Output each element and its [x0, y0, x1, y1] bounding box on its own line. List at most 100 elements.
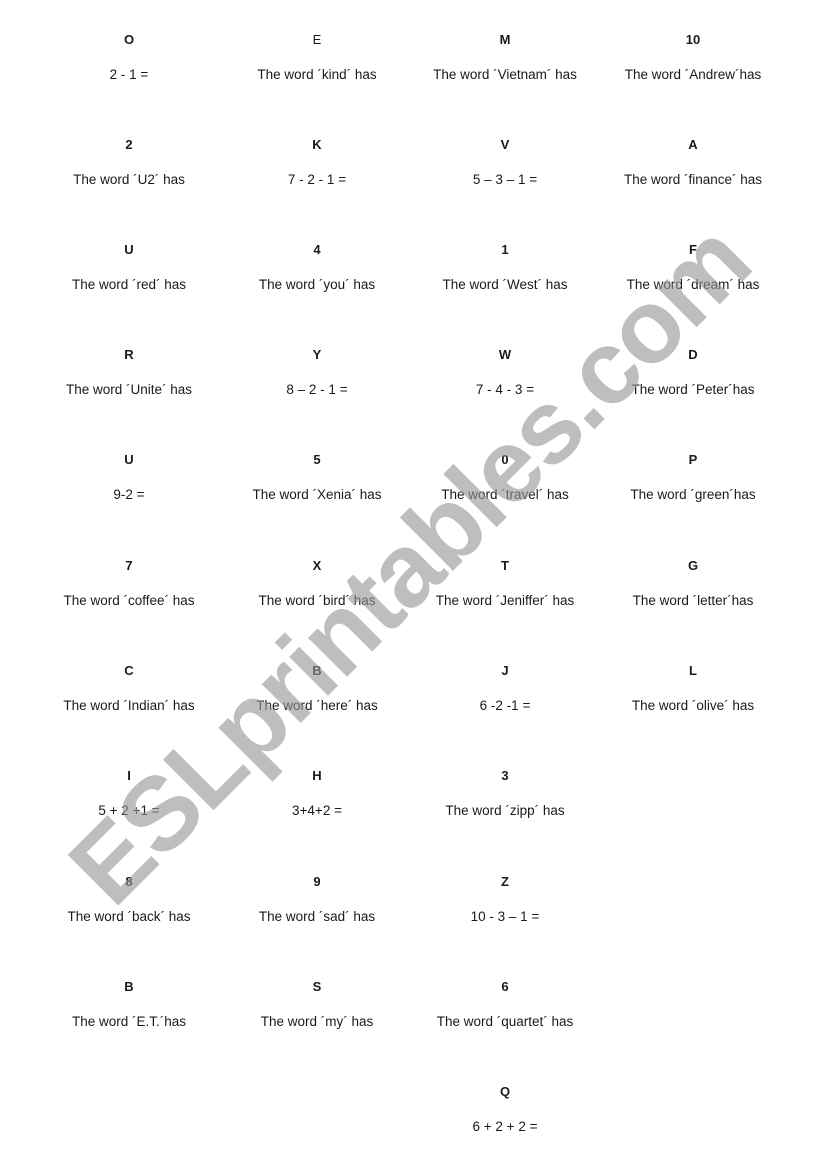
card-clue: The word ´E.T.´has: [71, 1014, 187, 1029]
card-clue: 3+4+2 =: [292, 803, 342, 818]
card-clue: The word ´green´has: [630, 487, 756, 502]
card: X The word ´bird´ has: [223, 558, 411, 609]
card: G The word ´letter´has: [599, 558, 787, 609]
card-clue: The word ´letter´has: [632, 593, 754, 608]
card: H 3+4+2 =: [223, 768, 411, 819]
card-key: W: [498, 347, 512, 362]
card-clue: The word ´Jeniffer´ has: [435, 593, 575, 608]
card-clue: The word ´Xenia´ has: [252, 487, 382, 502]
card-clue: The word ´here´ has: [256, 698, 378, 713]
card: 6 The word ´quartet´ has: [411, 979, 599, 1030]
card-clue: 6 + 2 + 2 =: [472, 1119, 538, 1134]
card-key: 2: [125, 137, 133, 152]
card-key: 10: [685, 32, 701, 47]
card-key: 6: [501, 979, 509, 994]
card-clue: The word ´back´ has: [67, 909, 191, 924]
card: 1 The word ´West´ has: [411, 242, 599, 293]
card: I 5 + 2 +1 =: [35, 768, 223, 819]
card-key: 1: [501, 242, 509, 257]
card: K 7 - 2 - 1 =: [223, 137, 411, 188]
card-key: Q: [499, 1084, 511, 1099]
card-key: 4: [313, 242, 321, 257]
card-key: 9: [313, 874, 321, 889]
card-clue: 8 – 2 - 1 =: [286, 382, 348, 397]
card: V 5 – 3 – 1 =: [411, 137, 599, 188]
card-clue: The word ´finance´ has: [623, 172, 763, 187]
worksheet-page: O 2 - 1 = E The word ´kind´ has M The wo…: [0, 0, 821, 1161]
card-key: I: [127, 768, 131, 783]
card-key: E: [312, 32, 322, 47]
card-clue: 5 + 2 +1 =: [98, 803, 160, 818]
card-key: Y: [312, 347, 322, 362]
card-key: B: [124, 979, 134, 994]
card-key: U: [124, 452, 134, 467]
card: 5 The word ´Xenia´ has: [223, 452, 411, 503]
card-key: P: [688, 452, 698, 467]
card-key: O: [123, 32, 135, 47]
card-clue: The word ´travel´ has: [441, 487, 569, 502]
card-key: G: [687, 558, 699, 573]
card: C The word ´Indian´ has: [35, 663, 223, 714]
card-clue: The word ´zipp´ has: [445, 803, 565, 818]
card-key: K: [312, 137, 322, 152]
card: U 9-2 =: [35, 452, 223, 503]
card-key: F: [689, 242, 697, 257]
card-key: T: [501, 558, 509, 573]
card: U The word ´red´ has: [35, 242, 223, 293]
card-key: M: [499, 32, 511, 47]
card: E The word ´kind´ has: [223, 32, 411, 83]
card: 10 The word ´Andrew´has: [599, 32, 787, 83]
card: A The word ´finance´ has: [599, 137, 787, 188]
card-clue: The word ´kind´ has: [257, 67, 377, 82]
card-clue: 6 -2 -1 =: [479, 698, 531, 713]
card: P The word ´green´has: [599, 452, 787, 503]
card-key: L: [689, 663, 697, 678]
card-clue: The word ´Indian´ has: [63, 698, 195, 713]
card-key: 8: [125, 874, 133, 889]
card-clue: The word ´my´ has: [260, 1014, 374, 1029]
card: 4 The word ´you´ has: [223, 242, 411, 293]
card-clue: The word ´sad´ has: [258, 909, 376, 924]
card: Y 8 – 2 - 1 =: [223, 347, 411, 398]
card: F The word ´dream´ has: [599, 242, 787, 293]
card: 2 The word ´U2´ has: [35, 137, 223, 188]
card-clue: The word ´bird´ has: [258, 593, 376, 608]
card-clue: The word ´West´ has: [442, 277, 568, 292]
card-clue: 7 - 2 - 1 =: [287, 172, 347, 187]
card-key: H: [312, 768, 322, 783]
card: S The word ´my´ has: [223, 979, 411, 1030]
card: D The word ´Peter´has: [599, 347, 787, 398]
card: B The word ´here´ has: [223, 663, 411, 714]
card-key: 3: [501, 768, 509, 783]
card-clue: The word ´dream´ has: [626, 277, 760, 292]
card: 3 The word ´zipp´ has: [411, 768, 599, 819]
card-key: J: [501, 663, 509, 678]
card-clue: The word ´you´ has: [258, 277, 376, 292]
card-clue: The word ´Peter´has: [631, 382, 755, 397]
card-clue: 9-2 =: [113, 487, 145, 502]
card: M The word ´Vietnam´ has: [411, 32, 599, 83]
card-key: B: [312, 663, 322, 678]
card-clue: The word ´olive´ has: [631, 698, 755, 713]
card-key: 5: [313, 452, 321, 467]
card-key: A: [688, 137, 698, 152]
card-clue: The word ´Unite´ has: [65, 382, 193, 397]
card-key: S: [312, 979, 322, 994]
card: W 7 - 4 - 3 =: [411, 347, 599, 398]
card: Z 10 - 3 – 1 =: [411, 874, 599, 925]
card-clue: The word ´Andrew´has: [624, 67, 762, 82]
card-key: D: [688, 347, 698, 362]
card-key: V: [500, 137, 510, 152]
card: 8 The word ´back´ has: [35, 874, 223, 925]
card-clue: 2 - 1 =: [109, 67, 149, 82]
card: T The word ´Jeniffer´ has: [411, 558, 599, 609]
card: 7 The word ´coffee´ has: [35, 558, 223, 609]
card-clue: 7 - 4 - 3 =: [475, 382, 535, 397]
card-key: Z: [501, 874, 509, 889]
card-key: 0: [501, 452, 509, 467]
card-clue: The word ´U2´ has: [73, 172, 185, 187]
card-clue: 5 – 3 – 1 =: [472, 172, 538, 187]
card: 9 The word ´sad´ has: [223, 874, 411, 925]
card-key: 7: [125, 558, 133, 573]
card: 0 The word ´travel´ has: [411, 452, 599, 503]
